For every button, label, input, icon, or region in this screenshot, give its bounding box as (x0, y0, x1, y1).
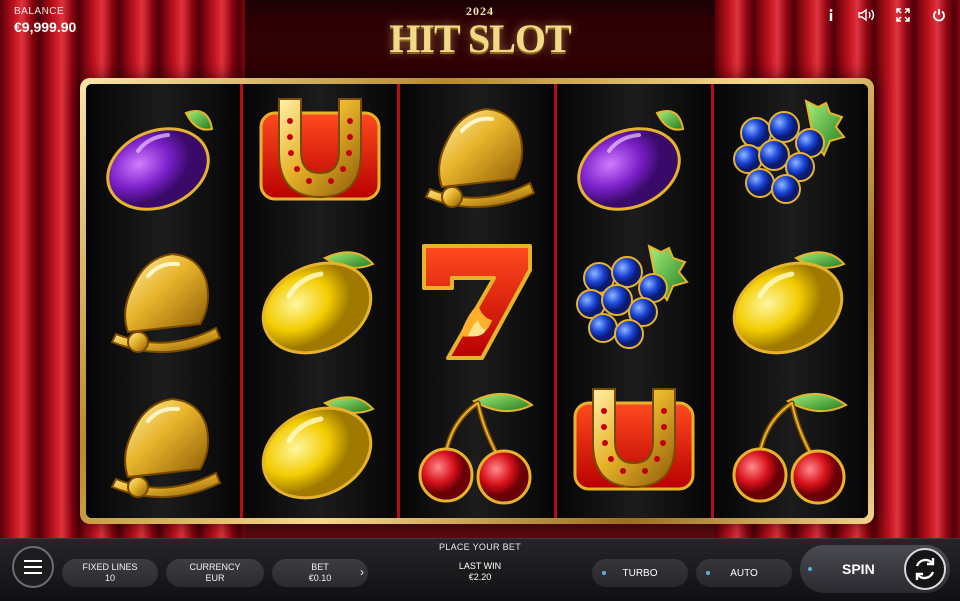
symbol-horseshoe (557, 373, 711, 518)
spin-label: SPIN (842, 561, 875, 577)
hamburger-icon (24, 560, 42, 574)
currency-label: CURRENCY (189, 562, 241, 572)
lemon-icon (255, 236, 385, 366)
last-win-display: LAST WIN €2.20 (420, 561, 540, 583)
symbol-cherries (400, 373, 554, 518)
reel-frame (80, 78, 874, 524)
bet-value: €0.10 (308, 573, 332, 583)
seven-icon (412, 236, 542, 366)
logo-name: HIT SLOT (389, 16, 571, 61)
symbol-plum (557, 84, 711, 229)
game-logo: 2024 HIT SLOT (380, 4, 580, 64)
bell-icon (98, 236, 228, 366)
currency-display: CURRENCY EUR (166, 559, 264, 587)
symbol-grapes (714, 84, 868, 229)
fixed-lines-display: FIXED LINES 10 (62, 559, 158, 587)
symbol-horseshoe (243, 84, 397, 229)
reel-5 (714, 84, 868, 518)
fixed-lines-value: 10 (104, 573, 115, 583)
reels-grid (86, 84, 868, 518)
cherries-icon (412, 381, 542, 511)
bet-selector[interactable]: BET €0.10 › (272, 559, 368, 587)
symbol-lemon (243, 229, 397, 374)
turbo-toggle[interactable]: TURBO (592, 559, 688, 587)
symbol-bell (86, 373, 240, 518)
balance-label: BALANCE (14, 6, 65, 17)
symbol-bell (400, 84, 554, 229)
plum-icon (98, 91, 228, 221)
spin-button[interactable]: SPIN (800, 545, 950, 593)
fixed-lines-label: FIXED LINES (82, 562, 138, 572)
plum-icon (569, 91, 699, 221)
bell-icon (98, 381, 228, 511)
reel-2 (243, 84, 400, 518)
grapes-icon (569, 236, 699, 366)
auto-toggle[interactable]: AUTO (696, 559, 792, 587)
spin-indicator (808, 567, 812, 571)
cherries-icon (726, 381, 856, 511)
auto-label: AUTO (730, 567, 758, 579)
lemon-icon (255, 381, 385, 511)
reel-3 (400, 84, 557, 518)
turbo-indicator (602, 571, 606, 575)
bell-icon (412, 91, 542, 221)
horseshoe-icon (255, 91, 385, 221)
symbol-cherries (714, 373, 868, 518)
symbol-plum (86, 84, 240, 229)
symbol-seven (400, 229, 554, 374)
bet-label: BET (311, 562, 329, 572)
balance-value: €9,999.90 (14, 19, 77, 35)
lemon-icon (726, 236, 856, 366)
reel-1 (86, 84, 243, 518)
symbol-grapes (557, 229, 711, 374)
grapes-icon (726, 91, 856, 221)
fullscreen-icon[interactable] (890, 4, 916, 26)
symbol-lemon (714, 229, 868, 374)
horseshoe-icon (569, 381, 699, 511)
sound-icon[interactable] (854, 4, 880, 26)
control-bar: PLACE YOUR BET FIXED LINES 10 CURRENCY E… (0, 538, 960, 601)
currency-value: EUR (205, 573, 225, 583)
balance-display: BALANCE €9,999.90 (14, 6, 76, 35)
last-win-label: LAST WIN (458, 561, 502, 571)
info-icon[interactable] (818, 4, 844, 26)
reel-4 (557, 84, 714, 518)
auto-indicator (706, 571, 710, 575)
chevron-right-icon[interactable]: › (360, 566, 364, 578)
symbol-lemon (243, 373, 397, 518)
menu-button[interactable] (12, 546, 54, 588)
turbo-label: TURBO (622, 567, 658, 579)
top-toolbar (818, 4, 952, 26)
power-icon[interactable] (926, 4, 952, 26)
spin-icon[interactable] (904, 548, 946, 590)
symbol-bell (86, 229, 240, 374)
last-win-value: €2.20 (468, 572, 492, 582)
